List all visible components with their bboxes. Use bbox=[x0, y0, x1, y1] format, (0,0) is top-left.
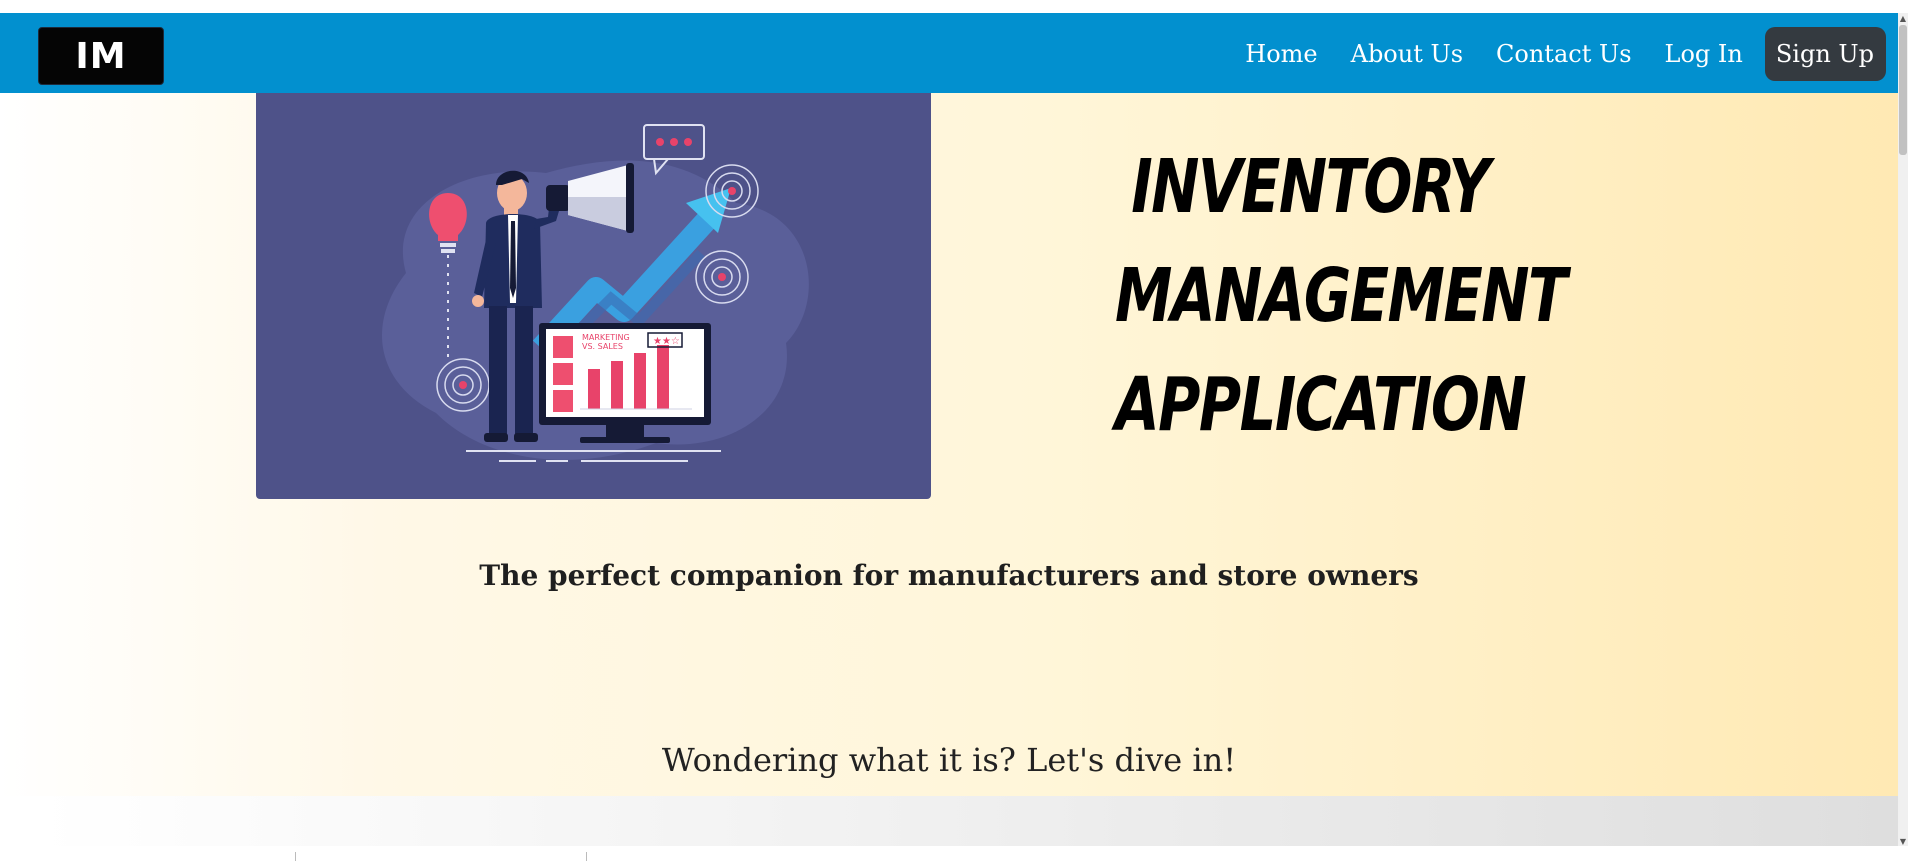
logo[interactable]: IM bbox=[38, 27, 164, 85]
headline-line-2: MANAGEMENT bbox=[1115, 253, 1567, 339]
divider-tick bbox=[295, 852, 296, 861]
divider-tick bbox=[586, 852, 587, 861]
headline-line-3: APPLICATION bbox=[1115, 362, 1527, 448]
hero-tagline: The perfect companion for manufacturers … bbox=[479, 559, 1419, 592]
marketing-illustration: ★★☆ MARKETING VS. SALES bbox=[256, 93, 931, 499]
target-dot bbox=[728, 187, 736, 195]
nav-links: Home About Us Contact Us Log In Sign Up bbox=[1212, 25, 1898, 83]
nav-home-link[interactable]: Home bbox=[1245, 40, 1317, 68]
illustration-svg: ★★☆ MARKETING VS. SALES bbox=[382, 124, 809, 462]
section-divider-band bbox=[38, 796, 1898, 846]
scroll-thumb[interactable] bbox=[1899, 25, 1907, 155]
monitor-label-sales: VS. SALES bbox=[582, 342, 623, 351]
nav-login-link[interactable]: Log In bbox=[1665, 40, 1743, 68]
monitor-label-marketing: MARKETING bbox=[582, 333, 630, 342]
signup-button[interactable]: Sign Up bbox=[1764, 27, 1886, 81]
scroll-up-icon[interactable]: ▲ bbox=[1898, 13, 1908, 23]
monitor-chart-icon: ★★☆ MARKETING VS. SALES bbox=[539, 323, 711, 443]
target-dot bbox=[718, 273, 726, 281]
nav-about-link[interactable]: About Us bbox=[1351, 40, 1463, 68]
next-section-edge bbox=[0, 846, 1898, 861]
nav-contact-link[interactable]: Contact Us bbox=[1496, 40, 1631, 68]
hero-section: ★★☆ MARKETING VS. SALES INVENTORY MANAGE… bbox=[0, 93, 1898, 796]
headline-line-1: INVENTORY bbox=[1131, 144, 1490, 230]
navbar: IM Home About Us Contact Us Log In Sign … bbox=[0, 13, 1898, 93]
target-dot bbox=[459, 381, 467, 389]
page-scrollbar[interactable]: ▲ ▼ bbox=[1898, 13, 1908, 846]
window-top-edge bbox=[0, 0, 1908, 13]
svg-text:★★☆: ★★☆ bbox=[653, 336, 680, 347]
scroll-down-icon[interactable]: ▼ bbox=[1898, 836, 1908, 846]
hero-headline: INVENTORY MANAGEMENT APPLICATION bbox=[1115, 133, 1567, 460]
dive-in-text: Wondering what it is? Let's dive in! bbox=[661, 741, 1237, 779]
